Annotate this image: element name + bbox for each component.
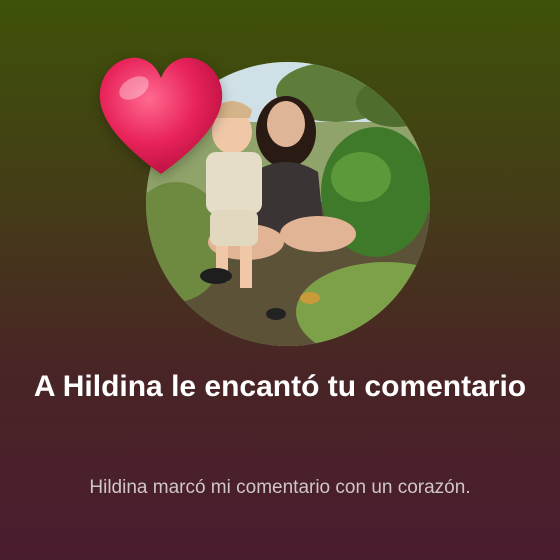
photo-sneaker [200,268,232,284]
heart-icon [94,52,228,180]
notification-title: A Hildina le encantó tu comentario [33,370,527,403]
notification-message: Hildina marcó mi comentario con un coraz… [89,477,471,498]
photo-woman-face [267,101,305,147]
